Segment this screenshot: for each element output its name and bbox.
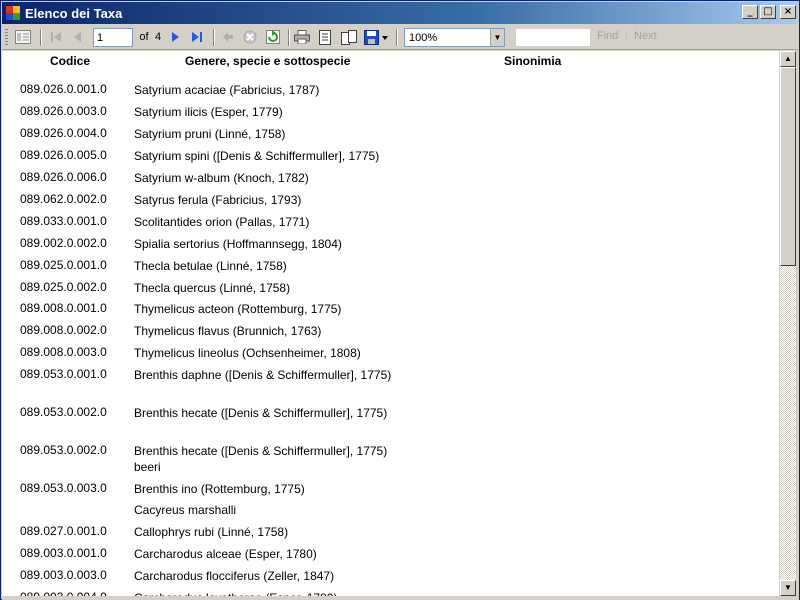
row-name: Cacyreus marshalli — [134, 503, 237, 517]
row-code: 089.053.0.002.0 — [20, 405, 107, 419]
of-label: of — [139, 31, 149, 43]
vertical-scrollbar[interactable]: ▲ ▼ — [780, 51, 796, 596]
previous-page-icon[interactable] — [68, 28, 88, 46]
row-name: Thymelicus acteon (Rottemburg, 1775) — [134, 302, 342, 316]
back-icon[interactable] — [218, 28, 238, 46]
report-page: Codice Genere, specie e sottospecie Sino… — [2, 51, 779, 596]
scroll-down-icon[interactable]: ▼ — [780, 580, 796, 596]
row-name: Brenthis hecate ([Denis & Schiffermuller… — [134, 406, 388, 420]
print-layout-icon[interactable] — [315, 28, 335, 46]
row-code: 089.008.0.002.0 — [20, 323, 107, 337]
row-code: 089.025.0.002.0 — [20, 280, 107, 294]
row-code: 089.025.0.001.0 — [20, 258, 107, 272]
title-bar: Elenco dei Taxa _ □ × — [2, 2, 798, 24]
print-icon[interactable] — [292, 28, 312, 46]
report-viewer-window: Elenco dei Taxa _ □ × of 4 — [0, 0, 800, 600]
row-code: 089.026.0.003.0 — [20, 104, 107, 118]
row-name: Carcharodus flocciferus (Zeller, 1847) — [134, 569, 335, 583]
current-page-input[interactable] — [93, 28, 133, 47]
scroll-thumb[interactable] — [780, 67, 796, 266]
header-name: Genere, specie e sottospecie — [185, 54, 351, 68]
row-name: Satyrium ilicis (Esper, 1779) — [134, 105, 283, 119]
row-name: Spialia sertorius (Hoffmannsegg, 1804) — [134, 237, 342, 251]
close-button[interactable]: × — [780, 5, 796, 19]
window-title: Elenco dei Taxa — [25, 5, 123, 21]
row-name: Carcharodus alceae (Esper, 1780) — [134, 547, 317, 561]
chevron-down-icon[interactable]: ▼ — [490, 29, 504, 46]
row-name: Brenthis ino (Rottemburg, 1775) — [134, 482, 305, 496]
row-code: 089.033.0.001.0 — [20, 214, 107, 228]
row-code: 089.062.0.002.0 — [20, 192, 107, 206]
row-name: Thecla quercus (Linné, 1758) — [134, 281, 291, 295]
scroll-up-icon[interactable]: ▲ — [780, 51, 796, 67]
row-code: 089.053.0.003.0 — [20, 481, 107, 495]
row-code: 089.026.0.004.0 — [20, 126, 107, 140]
row-name: Satyrium pruni (Linné, 1758) — [134, 127, 286, 141]
app-icon — [5, 5, 21, 21]
row-code: 089.002.0.002.0 — [20, 236, 107, 250]
row-name: Thecla betulae (Linné, 1758) — [134, 259, 287, 273]
row-name: Brenthis hecate ([Denis & Schiffermuller… — [134, 444, 388, 474]
refresh-icon[interactable] — [262, 28, 284, 46]
report-toolbar: of 4 100% ▼ — [2, 25, 798, 50]
row-name: Scolitantides orion (Pallas, 1771) — [134, 215, 310, 229]
row-name: Thymelicus lineolus (Ochsenheimer, 1808) — [134, 346, 361, 360]
total-pages-label: 4 — [154, 31, 162, 43]
row-code: 089.003.0.003.0 — [20, 568, 107, 582]
document-map-icon[interactable] — [12, 28, 34, 46]
row-code: 089.026.0.005.0 — [20, 148, 107, 162]
find-input[interactable] — [515, 28, 591, 47]
row-code: 089.003.0.001.0 — [20, 546, 107, 560]
row-code: 089.008.0.001.0 — [20, 301, 107, 315]
row-name: Satyrium spini ([Denis & Schiffermuller]… — [134, 149, 380, 163]
first-page-icon[interactable] — [46, 28, 66, 46]
zoom-value: 100% — [409, 32, 438, 44]
row-name: Satyrium acaciae (Fabricius, 1787) — [134, 83, 320, 97]
row-code: 089.008.0.003.0 — [20, 345, 107, 359]
next-link[interactable]: Next — [634, 30, 657, 42]
minimize-button[interactable]: _ — [742, 5, 758, 19]
row-code: 089.053.0.001.0 — [20, 367, 107, 381]
row-code: 089.053.0.002.0 — [20, 443, 107, 457]
row-code: 089.026.0.006.0 — [20, 170, 107, 184]
header-code: Codice — [50, 54, 91, 68]
header-synonym: Sinonimia — [504, 54, 562, 68]
row-code: 089.026.0.001.0 — [20, 82, 107, 96]
find-link[interactable]: Find — [597, 30, 618, 42]
row-name: Thymelicus flavus (Brunnich, 1763) — [134, 324, 322, 338]
page-setup-icon[interactable] — [338, 28, 360, 46]
export-icon[interactable] — [362, 28, 390, 46]
next-page-icon[interactable] — [166, 28, 184, 46]
row-name: Satyrus ferula (Fabricius, 1793) — [134, 193, 302, 207]
stop-icon[interactable] — [240, 28, 260, 46]
zoom-select[interactable]: 100% ▼ — [404, 28, 505, 47]
row-name: Callophrys rubi (Linné, 1758) — [134, 525, 289, 539]
last-page-icon[interactable] — [186, 28, 208, 46]
toolbar-grip[interactable] — [5, 29, 8, 46]
row-name: Satyrium w-album (Knoch, 1782) — [134, 171, 309, 185]
row-code: 089.027.0.001.0 — [20, 524, 107, 538]
maximize-button[interactable]: □ — [760, 5, 776, 19]
row-name: Brenthis daphne ([Denis & Schiffermuller… — [134, 368, 392, 382]
